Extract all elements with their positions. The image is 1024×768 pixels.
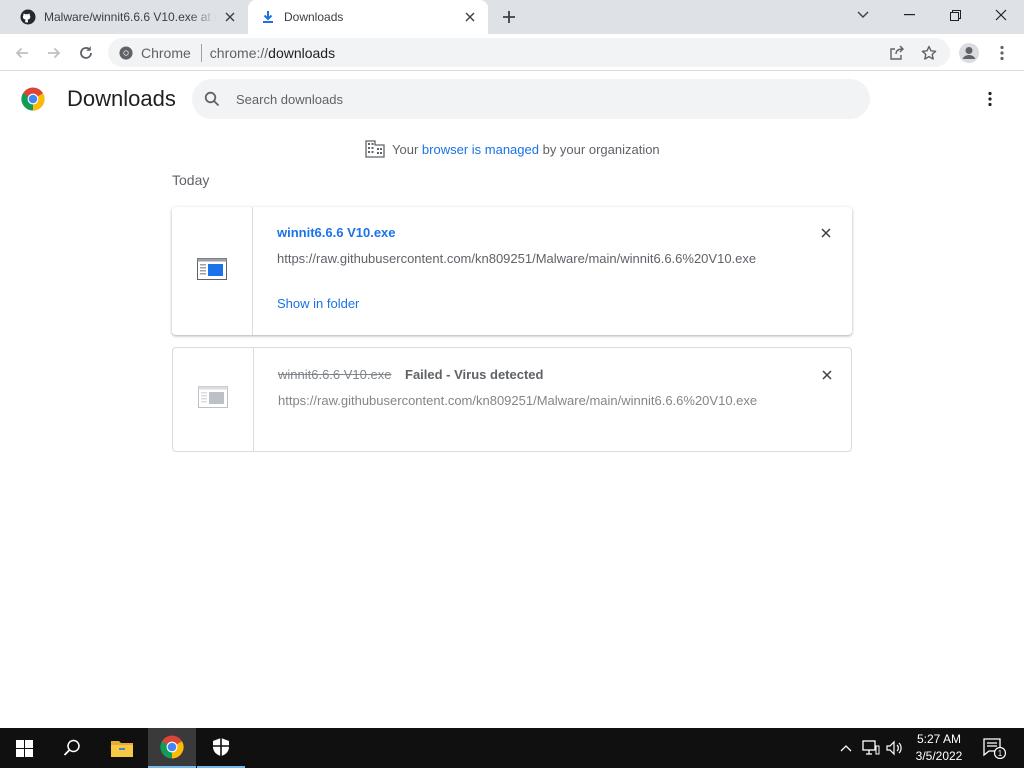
- download-filename: winnit6.6.6 V10.exe: [278, 367, 392, 382]
- show-in-folder-link[interactable]: Show in folder: [277, 296, 359, 311]
- windows-security-icon[interactable]: [197, 728, 245, 768]
- omnibox-host: downloads: [268, 44, 336, 61]
- minimize-button[interactable]: [886, 0, 932, 30]
- share-icon[interactable]: [888, 44, 906, 62]
- search-icon: [204, 90, 222, 108]
- managed-suffix: by your organization: [542, 141, 660, 157]
- managed-prefix: Your: [392, 141, 419, 157]
- tab-github[interactable]: Malware/winnit6.6.6 V10.exe at main: [8, 0, 248, 34]
- file-explorer-icon[interactable]: [98, 728, 146, 768]
- managed-notice: Your browser is managed by your organiza…: [365, 140, 660, 158]
- download-url[interactable]: https://raw.githubusercontent.com/kn8092…: [278, 393, 757, 408]
- downloads-menu-icon[interactable]: [980, 89, 1000, 109]
- restore-button[interactable]: [932, 0, 978, 30]
- windows-taskbar: 5:27 AM 3/5/2022 1: [0, 728, 1024, 768]
- notification-count: 1: [998, 749, 1003, 758]
- download-item: winnit6.6.6 V10.exe Failed - Virus detec…: [172, 347, 852, 452]
- chrome-logo-icon: [21, 87, 45, 111]
- volume-icon[interactable]: [885, 728, 905, 768]
- omnibox-scheme: chrome://: [209, 44, 269, 61]
- omnibox-chrome-label: Chrome: [141, 44, 191, 61]
- close-window-button[interactable]: [978, 0, 1024, 30]
- download-status: Failed - Virus detected: [405, 367, 544, 382]
- date-header: Today: [172, 172, 210, 188]
- building-icon: [365, 140, 385, 158]
- reload-button[interactable]: [72, 39, 100, 67]
- exe-file-icon: [198, 386, 228, 413]
- windows-start-icon[interactable]: [0, 728, 48, 768]
- file-icon-column: [172, 207, 253, 335]
- tab-strip: Malware/winnit6.6.6 V10.exe at main Down…: [0, 0, 1024, 34]
- search-icon[interactable]: [48, 728, 96, 768]
- forward-button[interactable]: [40, 39, 68, 67]
- clock-time: 5:27 AM: [916, 732, 962, 746]
- search-bar[interactable]: [192, 79, 870, 119]
- chrome-menu-icon[interactable]: [988, 39, 1016, 67]
- tab-title: Downloads: [284, 10, 344, 24]
- close-tab-icon[interactable]: [462, 9, 478, 25]
- tab-downloads[interactable]: Downloads: [248, 0, 488, 34]
- chrome-taskbar-icon[interactable]: [148, 728, 196, 768]
- back-button[interactable]: [8, 39, 36, 67]
- remove-download-icon[interactable]: [816, 223, 836, 243]
- page-title: Downloads: [67, 86, 176, 111]
- chrome-icon: [119, 45, 133, 60]
- show-hidden-icons-icon[interactable]: [837, 728, 855, 768]
- download-item: winnit6.6.6 V10.exe https://raw.githubus…: [172, 207, 852, 335]
- search-downloads-input[interactable]: [236, 91, 836, 107]
- system-clock[interactable]: 5:27 AM 3/5/2022: [904, 731, 974, 765]
- profile-avatar[interactable]: [955, 39, 983, 67]
- download-filename-link[interactable]: winnit6.6.6 V10.exe: [277, 225, 396, 240]
- bookmark-star-icon[interactable]: [920, 44, 938, 62]
- action-center-icon[interactable]: 1: [980, 728, 1008, 768]
- tab-title: Malware/winnit6.6.6 V10.exe at main: [44, 10, 216, 24]
- omnibox-separator: [200, 43, 202, 62]
- file-icon-column: [173, 348, 254, 451]
- toolbar: Chrome chrome:// downloads: [0, 34, 1024, 71]
- download-icon: [260, 9, 276, 25]
- exe-file-icon: [197, 257, 227, 285]
- network-icon[interactable]: [861, 728, 881, 768]
- new-tab-button[interactable]: [497, 6, 521, 28]
- download-url[interactable]: https://raw.githubusercontent.com/kn8092…: [277, 251, 756, 266]
- clock-date: 3/5/2022: [915, 749, 963, 763]
- remove-download-icon[interactable]: [817, 365, 837, 385]
- browser-managed-link[interactable]: browser is managed: [422, 142, 539, 157]
- github-icon: [20, 9, 36, 25]
- tab-search-icon[interactable]: [840, 0, 886, 30]
- address-bar[interactable]: Chrome chrome:// downloads: [108, 38, 950, 67]
- close-tab-icon[interactable]: [222, 9, 238, 25]
